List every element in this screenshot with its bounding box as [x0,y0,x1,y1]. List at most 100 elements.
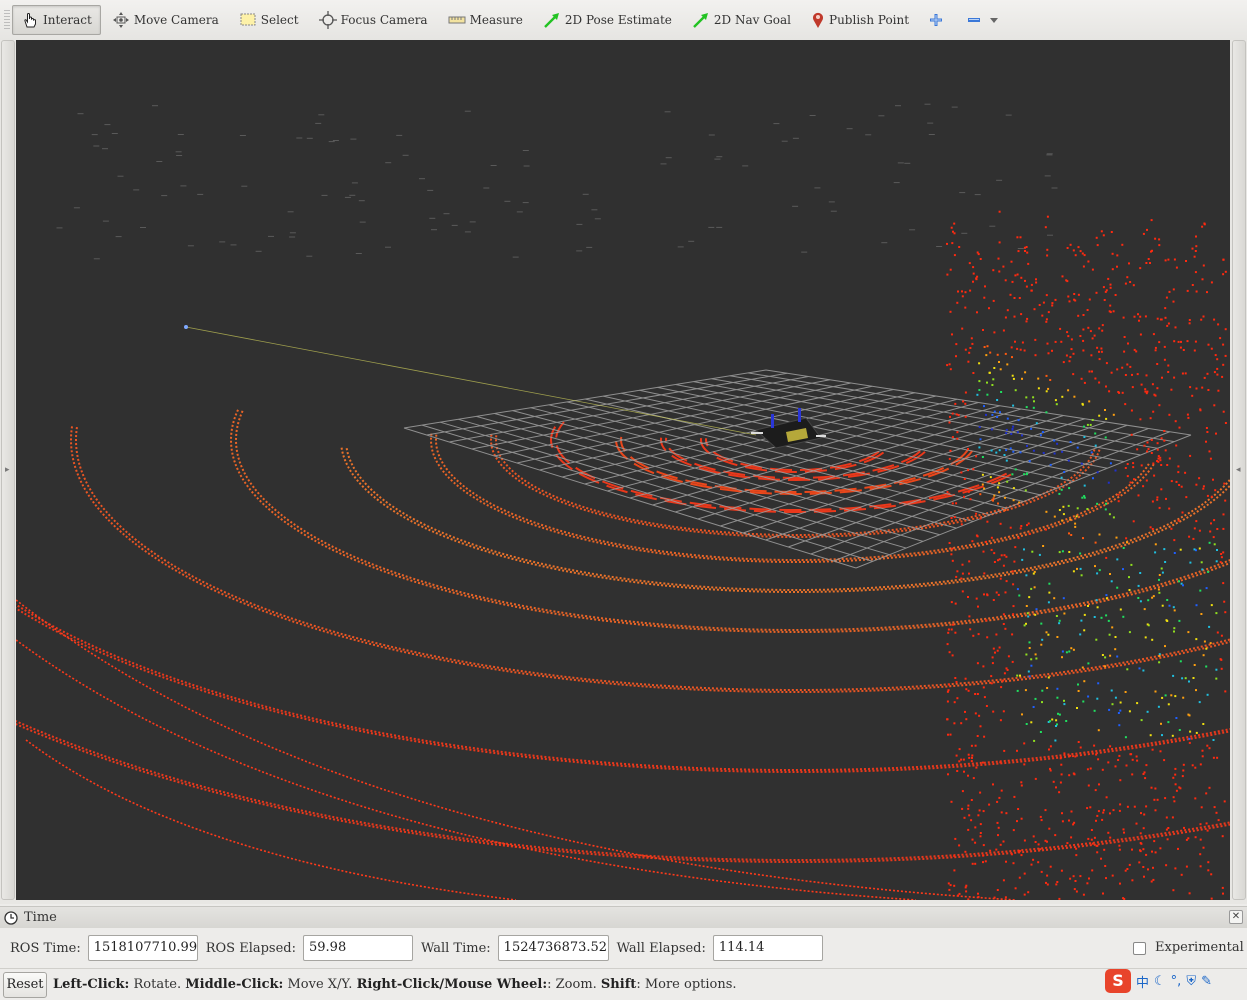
cloud-point [1124,403,1127,406]
cloud-point [960,577,963,580]
cloud-point [1033,400,1035,403]
cloud-point [1002,613,1005,616]
moon-icon[interactable]: ☾ [1154,974,1166,989]
cloud-point [990,536,993,539]
far-scan-fragment [56,227,63,229]
select-tool-button[interactable]: Select [230,5,308,35]
cloud-point [949,415,951,418]
far-scan-fragment [91,134,98,136]
cloud-point [1034,841,1037,843]
cloud-point [1124,467,1127,469]
cloud-point [1034,777,1037,780]
cloud-point [1142,827,1145,830]
ros-time-field[interactable]: 1518107710.99 [87,935,198,961]
cloud-point [1063,752,1066,755]
ime-tray[interactable]: S 中 ☾ °, ⛨ ✎ [1105,968,1212,994]
cloud-point [1224,690,1227,693]
cloud-point [997,826,1000,829]
cloud-point [1152,878,1155,881]
sogou-ime-logo[interactable]: S [1105,969,1131,993]
cloud-point [1160,567,1163,570]
cloud-point [1003,749,1006,752]
cloud-point [947,773,949,776]
punctuation-icon[interactable]: °, [1171,974,1182,989]
cloud-point [1146,441,1149,444]
cloud-point [1206,372,1209,375]
cloud-point [1156,448,1159,451]
select-icon [240,13,256,26]
cloud-point [1179,346,1182,349]
cloud-point [1201,386,1204,389]
cloud-point [1042,545,1045,547]
cloud-point [1202,315,1205,318]
ros-time-label: ROS Time: [10,940,81,956]
cloud-point [953,869,956,872]
cloud-point [993,410,996,413]
move-camera-tool-button[interactable]: Move Camera [103,5,228,35]
right-dock-toggle[interactable]: ◂ [1232,40,1246,900]
cloud-point [991,413,994,416]
interact-tool-button[interactable]: Interact [12,5,101,35]
cloud-point [1105,362,1108,365]
cloud-point [1014,468,1017,471]
cloud-point [1034,354,1037,357]
toolbar-grip[interactable] [4,10,10,30]
cloud-point [1194,797,1197,800]
cloud-point [949,884,952,887]
experimental-checkbox[interactable] [1133,942,1146,955]
far-scan-fragment [289,232,296,234]
cloud-point [1060,773,1063,776]
cloud-point [1161,571,1164,574]
shirt-icon[interactable]: ⛨ [1186,974,1196,989]
cloud-point [1076,707,1078,709]
cloud-point [1111,268,1114,271]
left-dock-toggle[interactable]: ▸ [1,40,15,900]
cloud-point [1067,389,1070,392]
cloud-point [1046,342,1049,345]
cloud-point [964,291,967,294]
cloud-point [978,809,981,812]
cloud-point [1130,409,1133,412]
cloud-point [1030,664,1033,667]
cloud-point [1117,759,1120,761]
cloud-point [1004,496,1006,499]
ros-elapsed-field[interactable]: 59.98 [303,935,413,961]
far-scan-fragment [344,196,351,198]
cloud-point [1126,475,1129,478]
cloud-point [948,683,950,686]
cloud-point [1014,389,1017,392]
cloud-point [1072,249,1075,252]
cloud-point [1118,809,1121,812]
cloud-point [1025,320,1028,323]
cloud-point [1100,230,1103,233]
cloud-point [982,854,985,857]
3d-viewport[interactable] [16,40,1230,900]
cloud-point [1035,608,1038,611]
focus-camera-tool-button[interactable]: Focus Camera [310,5,437,35]
cloud-point [1126,276,1129,279]
cloud-point [1020,781,1023,784]
cloud-point [1074,522,1077,525]
cloud-point [1104,656,1107,659]
cloud-point [967,753,970,756]
cloud-point [1005,812,1008,815]
measure-tool-button[interactable]: Measure [439,5,532,35]
remove-tool-button[interactable] [958,5,1012,35]
wall-time-field[interactable]: 1524736873.52 [497,935,609,961]
cloud-point [992,710,995,713]
ime-language[interactable]: 中 [1136,972,1149,991]
add-tool-button[interactable] [920,5,956,35]
reset-button[interactable]: Reset [3,971,47,998]
pose-estimate-tool-button[interactable]: 2D Pose Estimate [534,5,681,35]
close-panel-button[interactable]: ✕ [1229,910,1243,924]
wrench-icon[interactable]: ✎ [1201,974,1212,989]
wall-elapsed-field[interactable]: 114.14 [712,935,823,961]
far-scan-fragment [878,115,885,117]
cloud-point [1168,290,1171,293]
cloud-point [1003,554,1006,557]
publish-point-tool-button[interactable]: Publish Point [802,5,918,35]
nav-goal-tool-button[interactable]: 2D Nav Goal [683,5,800,35]
cloud-point [975,512,978,515]
cloud-point [1116,586,1119,589]
cloud-point [1116,265,1118,268]
